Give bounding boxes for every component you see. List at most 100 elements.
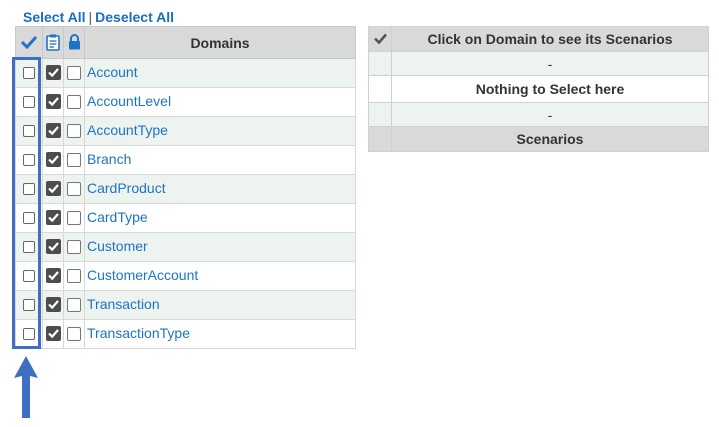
row-select-checkbox[interactable]	[23, 153, 35, 166]
clipboard-column-header[interactable]	[42, 26, 64, 59]
row-domain-cell: AccountType	[84, 116, 356, 146]
row-lock-cell	[63, 319, 85, 349]
row-include-cell	[42, 87, 64, 117]
row-select-checkbox[interactable]	[23, 269, 35, 282]
domain-link[interactable]: Customer	[85, 238, 148, 254]
row-select-cell	[15, 290, 43, 320]
row-select-checkbox[interactable]	[23, 124, 35, 137]
row-lock-checkbox[interactable]	[67, 268, 81, 283]
row-select-checkbox[interactable]	[23, 182, 35, 195]
checkmark-icon	[47, 126, 59, 136]
select-column-header[interactable]	[15, 26, 43, 59]
domains-header[interactable]: Domains	[84, 26, 356, 59]
row-include-checkbox[interactable]	[45, 123, 61, 139]
row-select-checkbox[interactable]	[23, 240, 35, 253]
table-row: AccountType	[15, 116, 356, 146]
selection-links: Select All | Deselect All	[23, 9, 174, 25]
domain-link[interactable]: Transaction	[85, 296, 160, 312]
domain-link[interactable]: Branch	[85, 151, 131, 167]
table-row: CardProduct	[15, 174, 356, 204]
scenarios-message-cell-left	[368, 75, 392, 103]
row-select-checkbox[interactable]	[23, 327, 35, 340]
row-include-cell	[42, 232, 64, 262]
row-domain-cell: Customer	[84, 232, 356, 262]
scenarios-panel: Click on Domain to see its Scenarios - N…	[368, 26, 709, 152]
row-lock-checkbox[interactable]	[67, 123, 81, 138]
checkmark-icon	[47, 68, 59, 78]
checkmark-icon	[47, 300, 59, 310]
row-include-cell	[42, 290, 64, 320]
row-include-cell	[42, 174, 64, 204]
row-include-checkbox[interactable]	[45, 239, 61, 255]
scenarios-footer-cell-left	[368, 126, 392, 152]
clipboard-icon	[46, 34, 60, 51]
row-lock-cell	[63, 290, 85, 320]
select-all-link[interactable]: Select All	[23, 9, 86, 25]
lock-column-header[interactable]	[63, 26, 85, 59]
row-lock-checkbox[interactable]	[67, 181, 81, 196]
checkmark-icon	[47, 155, 59, 165]
row-select-checkbox[interactable]	[23, 66, 35, 79]
row-lock-checkbox[interactable]	[67, 297, 81, 312]
domain-link[interactable]: Account	[85, 64, 138, 80]
table-row: CustomerAccount	[15, 261, 356, 291]
row-lock-checkbox[interactable]	[67, 326, 81, 341]
domain-link[interactable]: CardProduct	[85, 180, 166, 196]
row-lock-cell	[63, 145, 85, 175]
checkmark-icon	[47, 184, 59, 194]
row-select-cell	[15, 87, 43, 117]
row-include-checkbox[interactable]	[45, 152, 61, 168]
scenarios-header: Click on Domain to see its Scenarios	[391, 26, 709, 52]
scenarios-empty-message: Nothing to Select here	[391, 75, 709, 103]
row-lock-cell	[63, 203, 85, 233]
row-include-checkbox[interactable]	[45, 297, 61, 313]
row-domain-cell: Branch	[84, 145, 356, 175]
row-lock-checkbox[interactable]	[67, 94, 81, 109]
checkmark-icon	[47, 271, 59, 281]
row-select-cell	[15, 261, 43, 291]
domain-link[interactable]: AccountType	[85, 122, 168, 138]
domains-table: Domains Account AccountLevel AccountType Br…	[15, 26, 356, 349]
row-domain-cell: CardProduct	[84, 174, 356, 204]
row-lock-checkbox[interactable]	[67, 210, 81, 225]
scenarios-check-header[interactable]	[368, 26, 392, 52]
row-select-checkbox[interactable]	[23, 298, 35, 311]
row-lock-cell	[63, 58, 85, 88]
domain-link[interactable]: CardType	[85, 209, 148, 225]
link-separator: |	[88, 9, 93, 25]
row-domain-cell: Account	[84, 58, 356, 88]
row-lock-cell	[63, 87, 85, 117]
deselect-all-link[interactable]: Deselect All	[95, 9, 174, 25]
table-row: AccountLevel	[15, 87, 356, 117]
row-include-checkbox[interactable]	[45, 94, 61, 110]
row-include-checkbox[interactable]	[45, 65, 61, 81]
row-select-cell	[15, 319, 43, 349]
row-lock-checkbox[interactable]	[67, 239, 81, 254]
lock-icon	[68, 34, 80, 50]
row-domain-cell: CardType	[84, 203, 356, 233]
row-include-checkbox[interactable]	[45, 210, 61, 226]
row-domain-cell: CustomerAccount	[84, 261, 356, 291]
row-select-checkbox[interactable]	[23, 211, 35, 224]
domain-link[interactable]: TransactionType	[85, 325, 190, 341]
scenarios-dash-top: -	[391, 51, 709, 76]
row-lock-checkbox[interactable]	[67, 65, 81, 80]
table-row: CardType	[15, 203, 356, 233]
row-domain-cell: TransactionType	[84, 319, 356, 349]
row-lock-checkbox[interactable]	[67, 152, 81, 167]
row-select-checkbox[interactable]	[23, 95, 35, 108]
checkmark-icon	[47, 213, 59, 223]
row-select-cell	[15, 145, 43, 175]
row-lock-cell	[63, 174, 85, 204]
table-row: Branch	[15, 145, 356, 175]
domain-link[interactable]: CustomerAccount	[85, 267, 198, 283]
domain-link[interactable]: AccountLevel	[85, 93, 171, 109]
row-include-cell	[42, 203, 64, 233]
row-include-checkbox[interactable]	[45, 268, 61, 284]
row-select-cell	[15, 232, 43, 262]
table-row: Account	[15, 58, 356, 88]
up-arrow-icon	[14, 356, 38, 418]
row-include-checkbox[interactable]	[45, 326, 61, 342]
row-select-cell	[15, 174, 43, 204]
row-include-checkbox[interactable]	[45, 181, 61, 197]
